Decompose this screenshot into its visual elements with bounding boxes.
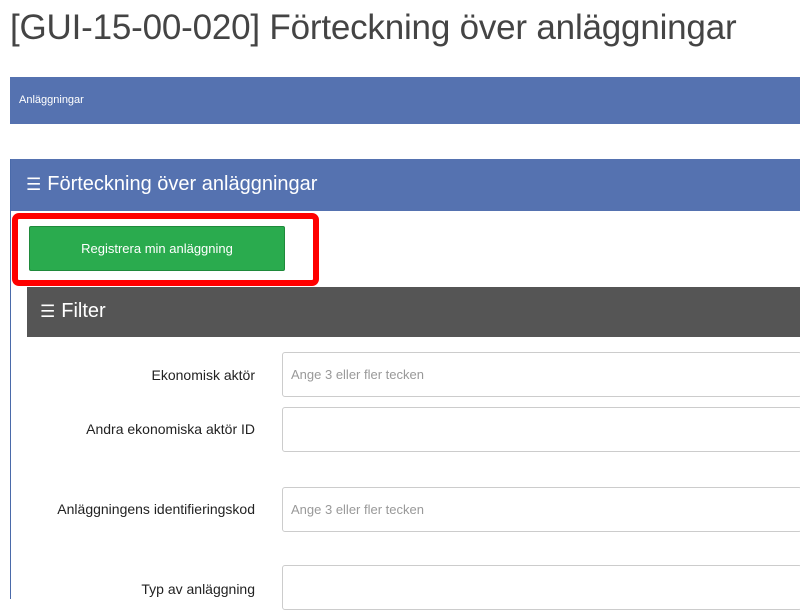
other-operator-id-label: Andra ekonomiska aktör ID [86,421,255,437]
facility-type-input[interactable] [282,565,800,610]
panel-header: ☰ Förteckning över anläggningar [11,159,800,211]
facility-id-code-label: Anläggningens identifieringskod [57,501,255,517]
other-operator-id-input[interactable] [282,407,800,452]
economic-operator-label: Ekonomisk aktör [151,367,255,383]
menu-icon: ☰ [26,174,42,194]
page-title: [GUI-15-00-020] Förteckning över anläggn… [10,8,737,47]
filter-header: ☰ Filter [27,287,800,337]
register-facility-button[interactable]: Registrera min anläggning [29,226,285,271]
facility-type-label: Typ av anläggning [141,581,255,597]
facility-id-code-input[interactable] [282,487,800,532]
panel-title: Förteckning över anläggningar [47,173,318,195]
breadcrumb-item-anlaggningar[interactable]: Anläggningar [19,94,84,106]
breadcrumb: Anläggningar [10,77,800,124]
filter-title: Filter [61,300,106,322]
menu-icon: ☰ [40,301,56,321]
economic-operator-input[interactable] [282,352,800,397]
